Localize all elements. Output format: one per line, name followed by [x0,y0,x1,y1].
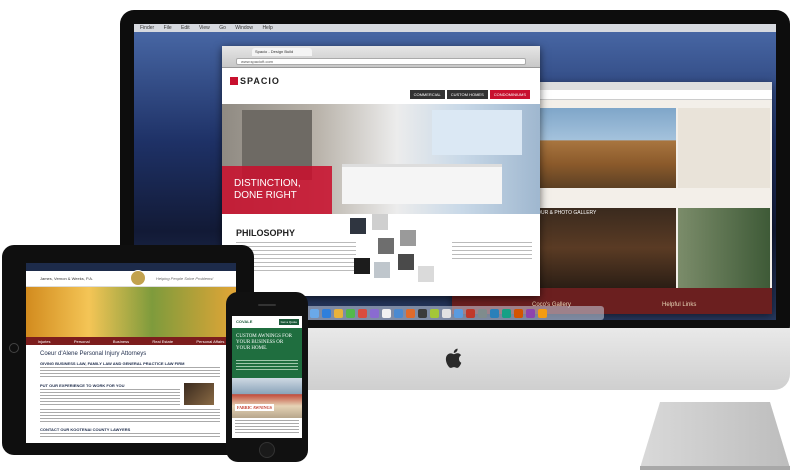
awning-photo [232,378,302,418]
spacio-nav: COMMERCIAL CUSTOM HOMES CONDOMINIUMS [409,90,530,99]
awning-paragraph [235,420,299,434]
philosophy-title: PHILOSOPHY [236,228,296,238]
nav-custom-homes[interactable]: CUSTOM HOMES [446,90,488,99]
autumn-hero-photo [26,287,236,337]
spacio-header: SPACIO COMMERCIAL CUSTOM HOMES CONDOMINI… [222,68,540,104]
imac-stand [640,402,790,470]
law-heading-2: PUT OUR EXPERIENCE TO WORK FOR YOU [40,383,125,388]
spacio-logo[interactable]: SPACIO [230,74,280,88]
dock-app-icon[interactable] [406,308,415,318]
dock-app-icon[interactable] [442,308,451,318]
material-tile [400,230,416,246]
menu-view[interactable]: View [199,25,210,31]
law-paragraph [40,367,220,379]
gallery-thumbnails[interactable] [678,208,770,288]
dock-app-icon[interactable] [334,308,343,318]
law-heading-1: GIVING BUSINESS LAW, FAMILY LAW AND GENE… [40,361,185,366]
dock-app-icon[interactable] [418,308,427,318]
dock-app-icon[interactable] [538,308,547,318]
awning-subtext [236,360,298,370]
iphone-speaker [258,304,276,306]
law-nav-personal[interactable]: Personal [74,339,90,344]
dock-app-icon[interactable] [370,308,379,318]
dock-app-icon[interactable] [502,308,511,318]
material-tile [354,258,370,274]
fabric-awnings-label[interactable]: FABRIC AWNINGS [235,404,274,411]
hero-tagline: DISTINCTION, DONE RIGHT [222,166,332,216]
law-paragraph [40,389,180,405]
material-tile [350,218,366,234]
law-nav-business[interactable]: Business [113,339,129,344]
dock-app-icon[interactable] [382,308,391,318]
law-heading-3: CONTACT OUR KOOTENAI COUNTY LAWYERS [40,427,131,432]
philosophy-text-right [452,242,532,262]
material-tile [398,254,414,270]
awning-hero: CUSTOM AWNINGS FOR YOUR BUSINESS OR YOUR… [232,328,302,378]
kitchen-island [342,164,502,204]
law-inline-photo [184,383,214,405]
spacio-logo-mark [230,77,238,85]
ipad-device: James, Vernon & Weeks, P.A. Helping Peop… [2,245,254,455]
dock-app-icon[interactable] [478,308,487,318]
material-tile [378,238,394,254]
dock-app-icon[interactable] [454,308,463,318]
dock-app-icon[interactable] [430,308,439,318]
dock-app-icon[interactable] [310,308,319,318]
law-paragraph [40,433,220,439]
gallery-sidebar [678,108,770,188]
dock-app-icon[interactable] [466,308,475,318]
mac-dock [304,306,604,320]
browser-tab[interactable]: Spacio - Design Build [252,48,312,56]
menu-help[interactable]: Help [262,25,272,31]
dock-app-icon[interactable] [490,308,499,318]
ipad-home-button[interactable] [9,343,19,353]
nav-commercial[interactable]: COMMERCIAL [409,90,445,99]
dock-app-icon[interactable] [526,308,535,318]
apple-logo-icon [445,348,462,368]
nav-condominiums[interactable]: CONDOMINIUMS [489,90,530,99]
ipad-screen: James, Vernon & Weeks, P.A. Helping Peop… [26,263,236,443]
awning-logo[interactable]: COVALE [236,319,252,324]
law-top-bar [26,263,236,271]
browser-chrome: Spacio - Design Build www.spacioft.com [222,46,540,68]
dock-app-icon[interactable] [322,308,331,318]
iphone-screen: COVALE Get a Quote CUSTOM AWNINGS FOR YO… [232,316,302,438]
law-nav-personal-affairs[interactable]: Personal Affairs [196,339,224,344]
law-nav-injuries[interactable]: Injuries [38,339,51,344]
material-tile [418,266,434,282]
law-nav: Injuries Personal Business Real Estate P… [26,337,236,345]
menu-file[interactable]: File [164,25,172,31]
iphone-device: COVALE Get a Quote CUSTOM AWNINGS FOR YO… [226,292,308,462]
footer-link-helpful[interactable]: Helpful Links [662,302,696,308]
awning-headline: CUSTOM AWNINGS FOR YOUR BUSINESS OR YOUR… [236,334,292,351]
dock-app-icon[interactable] [346,308,355,318]
law-nav-real-estate[interactable]: Real Estate [152,339,173,344]
menu-finder[interactable]: Finder [140,25,154,31]
material-tile [374,262,390,278]
dock-app-icon[interactable] [358,308,367,318]
dock-app-icon[interactable] [514,308,523,318]
law-firm-name[interactable]: James, Vernon & Weeks, P.A. [40,276,93,281]
philosophy-text [236,242,356,272]
menu-window[interactable]: Window [235,25,253,31]
law-page-title: Coeur d'Alene Personal Injury Attorneys [40,351,147,357]
iphone-home-button[interactable] [259,442,275,458]
menu-edit[interactable]: Edit [181,25,190,31]
law-tagline: Helping People Solve Problems! [156,276,214,281]
menu-go[interactable]: Go [219,25,226,31]
law-paragraph [40,409,220,423]
spacio-browser-window: Spacio - Design Build www.spacioft.com S… [222,46,540,296]
material-tile [372,214,388,230]
law-firm-logo[interactable] [130,270,146,286]
awning-header: COVALE Get a Quote [232,316,302,328]
dock-app-icon[interactable] [394,308,403,318]
get-quote-button[interactable]: Get a Quote [278,319,299,325]
philosophy-section: PHILOSOPHY [222,214,540,296]
kitchen-window [432,110,522,155]
mac-menubar: Finder File Edit View Go Window Help [134,24,776,32]
address-bar[interactable]: www.spacioft.com [236,58,526,65]
spacio-logo-text: SPACIO [240,76,280,86]
